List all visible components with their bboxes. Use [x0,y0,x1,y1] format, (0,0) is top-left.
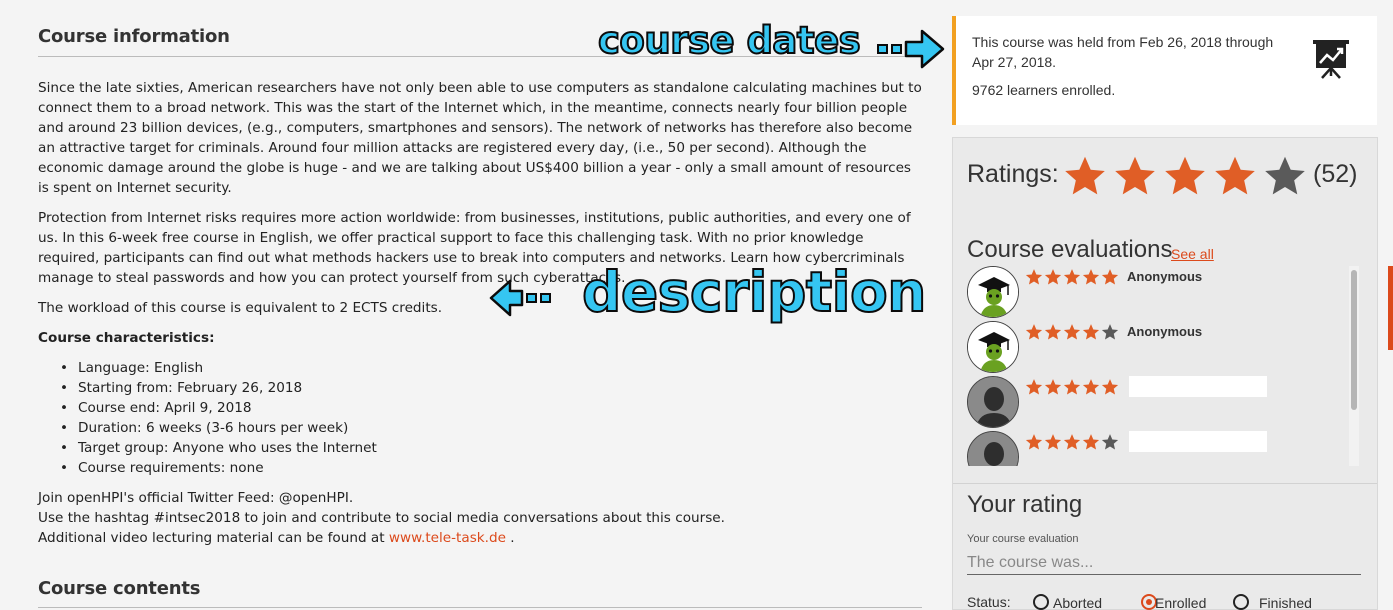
description-annotation: description [581,259,927,325]
evaluation-stars [1025,378,1120,396]
average-rating-stars [1060,154,1310,198]
video-line-suffix: . [505,530,515,546]
rating-panel: Ratings: (52) Course evaluations See all… [952,137,1378,610]
star-filled-icon [1082,324,1100,340]
list-item: Anonymous [967,321,1355,376]
list-item: Course requirements: none [60,458,922,478]
evaluation-stars [1025,433,1120,451]
reviewer-name: Anonymous [1127,324,1203,339]
avatar [967,266,1019,318]
avatar [967,321,1019,373]
ratings-label: Ratings: [967,160,1059,188]
star-filled-icon [1044,434,1062,450]
tele-task-link[interactable]: www.tele-task.de [389,530,506,546]
description-paragraph: Since the late sixties, American researc… [38,80,922,196]
star-filled-icon [1025,379,1043,395]
star-empty-icon [1101,324,1119,340]
star-filled-icon [1082,269,1100,285]
star-filled-icon [1082,379,1100,395]
panel-divider [953,483,1377,484]
star-filled-icon [1044,324,1062,340]
list-item: Target group: Anyone who uses the Intern… [60,438,922,458]
right-arrow-icon [877,29,945,69]
avatar [967,376,1019,428]
course-dates-text: This course was held from Feb 26, 2018 t… [972,34,1274,70]
star-filled-icon [1063,269,1081,285]
evaluation-stars [1025,323,1120,341]
star-filled-icon [1063,379,1081,395]
star-filled-icon [1063,324,1081,340]
star-filled-icon [1115,156,1155,195]
characteristics-list: Language: English Starting from: Februar… [60,358,922,478]
star-empty-icon [1101,434,1119,450]
list-item: Starting from: February 26, 2018 [60,378,922,398]
star-filled-icon [1025,434,1043,450]
evaluations-list[interactable]: Anonymous Anonymous [967,266,1355,466]
course-dates-annotation: course dates [597,18,862,63]
star-filled-icon [1215,156,1255,195]
characteristics-title: Course characteristics: [38,330,215,346]
redacted-name [1129,376,1267,397]
twitter-line: Join openHPI's official Twitter Feed: @o… [38,490,354,506]
person-avatar-icon [968,377,1018,427]
left-arrow-icon [489,279,551,317]
star-filled-icon [1165,156,1205,195]
list-item: Language: English [60,358,922,378]
list-item: Duration: 6 weeks (3-6 hours per week) [60,418,922,438]
evaluation-field-label: Your course evaluation [967,533,1079,545]
graduate-avatar-icon [968,267,1018,317]
redacted-name [1129,431,1267,452]
radio-label-finished: Finished [1259,595,1312,610]
star-filled-icon [1044,269,1062,285]
title-divider [38,607,922,608]
video-material-line: Additional video lecturing material can … [38,528,922,548]
star-empty-icon [1265,156,1305,195]
radio-label-aborted: Aborted [1053,595,1103,610]
rating-count: (52) [1313,160,1358,188]
side-feedback-tab[interactable] [1388,266,1393,350]
radio-label-enrolled: Enrolled [1155,595,1207,610]
course-dates-box: This course was held from Feb 26, 2018 t… [952,16,1377,125]
reviewer-name: Anonymous [1127,269,1203,284]
course-contents-title: Course contents [38,578,201,599]
star-filled-icon [1025,324,1043,340]
evaluations-scrollbar[interactable] [1349,266,1359,466]
star-filled-icon [1065,156,1105,195]
scrollbar-thumb[interactable] [1351,270,1357,410]
star-filled-icon [1101,379,1119,395]
avatar [967,431,1019,466]
presentation-chart-icon [1313,40,1349,79]
see-all-link[interactable]: See all [1171,246,1214,262]
star-filled-icon [1063,434,1081,450]
star-filled-icon [1082,434,1100,450]
radio-aborted[interactable] [1033,594,1049,610]
your-rating-title: Your rating [967,491,1083,518]
hashtag-line: Use the hashtag #intsec2018 to join and … [38,510,725,526]
person-avatar-icon [968,432,1018,466]
list-item: Anonymous [967,266,1355,321]
course-evaluation-input[interactable] [967,551,1361,575]
list-item [967,431,1355,466]
video-line-prefix: Additional video lecturing material can … [38,530,389,546]
status-radio-group: Status: Aborted Enrolled Finished [967,592,1367,610]
star-filled-icon [1044,379,1062,395]
status-label: Status: [967,594,1011,610]
evaluations-title: Course evaluations [967,236,1173,263]
list-item [967,376,1355,431]
star-filled-icon [1025,269,1043,285]
enrolled-count: 9762 learners enrolled. [972,82,1116,98]
course-info-title: Course information [38,26,230,47]
radio-finished[interactable] [1233,594,1249,610]
list-item: Course end: April 9, 2018 [60,398,922,418]
graduate-avatar-icon [968,322,1018,372]
star-filled-icon [1101,269,1119,285]
evaluation-stars [1025,268,1120,286]
